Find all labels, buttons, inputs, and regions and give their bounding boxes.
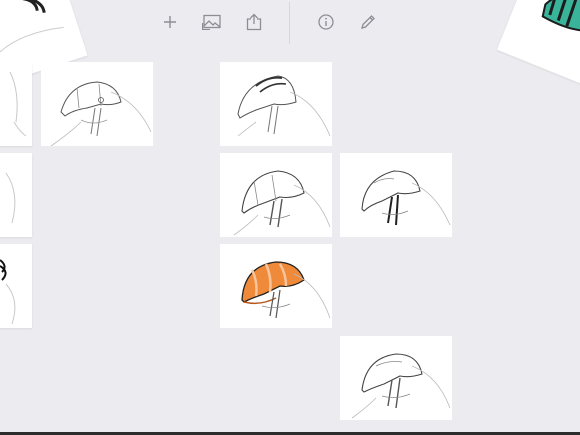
toolbar-divider (289, 2, 290, 44)
partial-sketch-left-1[interactable] (0, 62, 32, 146)
share-button[interactable] (242, 10, 266, 34)
share-icon (246, 13, 262, 31)
sketch-canvas[interactable] (0, 0, 580, 435)
pencil-icon (361, 15, 375, 29)
toolbar (0, 0, 580, 46)
partial-sketch-left-3[interactable] (0, 244, 32, 328)
sketch-thumb-r1c1[interactable] (41, 62, 153, 146)
sketch-thumb-r4c3[interactable] (340, 336, 452, 420)
image-button[interactable] (200, 10, 224, 34)
edit-button[interactable] (356, 10, 380, 34)
image-icon (202, 14, 221, 30)
info-icon (318, 14, 334, 30)
partial-sketch-left-2[interactable] (0, 153, 32, 237)
sketch-thumb-r1c2[interactable] (220, 62, 332, 146)
info-button[interactable] (314, 10, 338, 34)
sketch-thumb-r3c2[interactable] (220, 244, 332, 328)
add-button[interactable] (158, 10, 182, 34)
sketch-thumb-r2c3[interactable] (340, 153, 452, 237)
plus-icon (164, 16, 176, 28)
sketch-thumb-r2c2[interactable] (220, 153, 332, 237)
